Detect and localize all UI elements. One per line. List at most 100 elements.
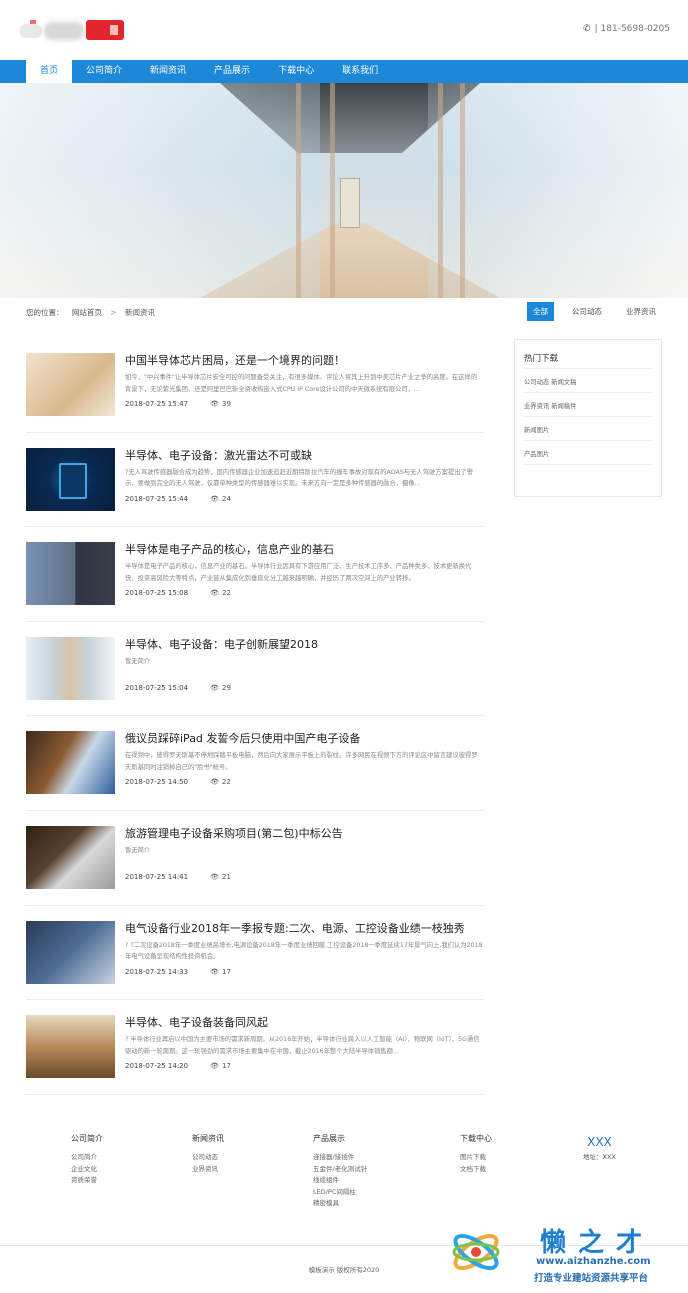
banner-pillar (460, 83, 465, 298)
footer-link[interactable]: LED/PC间隔柱 (313, 1187, 367, 1199)
news-title[interactable]: 俄议员踩碎iPad 发誓今后只使用中国产电子设备 (125, 730, 360, 746)
news-meta: 2018-07-25 15:44 👁 24 (125, 495, 231, 503)
logo-red-emblem (86, 20, 124, 40)
footer-col-products: 产品展示 连接器/接插件 五金件/老化测试针 线缆组件 LED/PC间隔柱 精密… (313, 1133, 367, 1210)
banner-glass-left (0, 83, 320, 298)
breadcrumb-home[interactable]: 网站首页 (72, 308, 102, 317)
nav-item-downloads[interactable]: 下载中心 (264, 60, 328, 83)
news-date: 2018-07-25 14:33 (125, 967, 189, 976)
news-title[interactable]: 半导体是电子产品的核心，信息产业的基石 (125, 541, 334, 557)
tab-company-news[interactable]: 公司动态 (566, 302, 608, 321)
watermark-brand: 懒之才 (540, 1228, 655, 1258)
news-thumbnail[interactable] (26, 636, 115, 700)
news-meta: 2018-07-25 14:50 👁 22 (125, 778, 231, 786)
banner-pillar (330, 83, 335, 298)
download-link[interactable]: 公司动态 新闻文稿 (524, 377, 576, 386)
news-title[interactable]: 半导体、电子设备：激光雷达不可或缺 (125, 447, 312, 463)
footer-col-title[interactable]: 新闻资讯 (192, 1133, 224, 1144)
news-thumbnail[interactable] (26, 542, 115, 606)
logo-blur-left (20, 24, 42, 38)
footer-link[interactable]: 企业文化 (71, 1164, 103, 1176)
watermark-slogan: 打造专业建站资源共享平台 (534, 1273, 649, 1284)
news-view-count: 29 (221, 683, 231, 692)
footer-link[interactable]: 连接器/接插件 (313, 1152, 367, 1164)
news-thumbnail[interactable] (26, 825, 115, 889)
site-logo[interactable] (20, 20, 124, 44)
footer-link[interactable]: 五金件/老化测试针 (313, 1164, 367, 1176)
footer-col-title[interactable]: 产品展示 (313, 1133, 367, 1144)
footer-link[interactable]: 精密模具 (313, 1198, 367, 1210)
eye-icon: 👁 (210, 1062, 219, 1071)
news-summary: ? 半导体行业再启以中国为主要市场的需求新周期。从2016年开始，半导体行业跨入… (125, 1036, 480, 1055)
footer-contact: XXX 地址：XXX (583, 1135, 616, 1161)
download-link[interactable]: 新闻图片 (524, 425, 549, 434)
news-date: 2018-07-25 14:50 (125, 778, 189, 787)
eye-icon: 👁 (210, 589, 219, 598)
news-summary: ? ?二次设备2018年一季度业绩高增长,电源设备2018年一季度业绩回暖,工控… (125, 941, 483, 961)
news-meta: 2018-07-25 15:04 👁 29 (125, 684, 231, 692)
nav-item-contact[interactable]: 联系我们 (328, 60, 392, 83)
footer-link[interactable]: 文档下载 (460, 1164, 492, 1176)
main-nav: 首页 公司简介 新闻资讯 产品展示 下载中心 联系我们 (0, 60, 688, 83)
download-link[interactable]: 产品图片 (524, 449, 549, 458)
footer-col-about: 公司简介 公司简介 企业文化 资质荣誉 (71, 1133, 103, 1187)
breadcrumb-current[interactable]: 新闻资讯 (125, 308, 155, 317)
breadcrumb-label: 您的位置： (26, 308, 64, 317)
eye-icon: 👁 (210, 683, 219, 692)
news-meta: 2018-07-25 15:47 👁 39 (125, 400, 231, 408)
watermark-logo-icon (452, 1233, 500, 1271)
news-views: 👁 21 (210, 873, 231, 881)
logo-blur-text (44, 22, 84, 40)
news-item[interactable]: 半导体是电子产品的核心，信息产业的基石 半导体是电子产品的核心，信息产业的基石。… (26, 527, 484, 622)
nav-item-products[interactable]: 产品展示 (200, 60, 264, 83)
news-view-count: 24 (221, 494, 231, 503)
footer-link[interactable]: 资质荣誉 (71, 1175, 103, 1187)
news-date: 2018-07-25 15:47 (125, 400, 189, 408)
nav-item-news[interactable]: 新闻资讯 (136, 60, 200, 83)
footer-link[interactable]: 公司动态 (192, 1152, 224, 1164)
news-title[interactable]: 电气设备行业2018年一季报专题:二次、电源、工控设备业绩一枝独秀 (125, 920, 465, 936)
news-view-count: 17 (221, 1062, 231, 1071)
footer-link[interactable]: 公司简介 (71, 1152, 103, 1164)
news-summary: 暂无简介 (125, 846, 151, 854)
footer-link[interactable]: 线缆组件 (313, 1175, 367, 1187)
news-thumbnail[interactable] (26, 731, 115, 795)
news-title[interactable]: 中国半导体芯片困局，还是一个境界的问题！ (125, 352, 345, 368)
news-item[interactable]: 中国半导体芯片困局，还是一个境界的问题！ 如今，"中兴事件"让半导体芯片安全可控… (26, 338, 484, 433)
download-link[interactable]: 业界资讯 新闻稿件 (524, 401, 576, 410)
news-thumbnail[interactable] (26, 353, 115, 416)
banner-pillar (438, 83, 443, 298)
footer-col-title[interactable]: 下载中心 (460, 1133, 492, 1144)
news-date: 2018-07-25 14:20 (125, 1062, 189, 1071)
news-item[interactable]: 半导体、电子设备：电子创新展望2018 暂无简介 2018-07-25 15:0… (26, 622, 484, 717)
news-title[interactable]: 半导体、电子设备：电子创新展望2018 (125, 636, 318, 652)
news-summary: 半导体是电子产品的核心，信息产业的基石。半导体行业因具有下游应用广泛、生产技术工… (125, 563, 472, 582)
footer-link[interactable]: 业界资讯 (192, 1164, 224, 1176)
contact-address: 地址：XXX (583, 1153, 616, 1161)
eye-icon: 👁 (210, 778, 219, 787)
news-item[interactable]: 半导体、电子设备：激光雷达不可或缺 ?无人驾驶传感器融合成为趋势，国内传感器企业… (26, 433, 484, 528)
tab-industry-news[interactable]: 业界资讯 (620, 302, 662, 321)
eye-icon: 👁 (210, 400, 219, 408)
news-meta: 2018-07-25 14:41 👁 21 (125, 873, 231, 881)
news-thumbnail[interactable] (26, 447, 115, 511)
footer-col-news: 新闻资讯 公司动态 业界资讯 (192, 1133, 224, 1175)
watermark-url: www.aizhanzhe.com (536, 1256, 651, 1267)
news-view-count: 39 (221, 400, 231, 408)
news-thumbnail[interactable] (26, 920, 115, 984)
footer-link[interactable]: 图片下载 (460, 1152, 492, 1164)
news-title[interactable]: 旅游管理电子设备采购项目(第二包)中标公告 (125, 825, 343, 841)
tab-all[interactable]: 全部 (527, 302, 554, 321)
news-summary: 在视频中，彼得罗夫斯基不停地踩踏平板电脑，然后向大家展示平板上的裂纹。许多网民在… (125, 752, 478, 771)
footer-col-title[interactable]: 公司简介 (71, 1133, 103, 1144)
news-item[interactable]: 电气设备行业2018年一季报专题:二次、电源、工控设备业绩一枝独秀 ? ?二次设… (26, 906, 484, 1001)
news-title[interactable]: 半导体、电子设备装备同风起 (125, 1014, 268, 1030)
news-thumbnail[interactable] (26, 1015, 115, 1079)
news-item[interactable]: 旅游管理电子设备采购项目(第二包)中标公告 暂无简介 2018-07-25 14… (26, 811, 484, 906)
news-views: 👁 39 (210, 400, 231, 408)
phone-number: ✆ | 181-5698-0205 (583, 24, 670, 34)
nav-item-home[interactable]: 首页 (26, 60, 73, 83)
nav-item-about[interactable]: 公司简介 (72, 60, 136, 83)
news-item[interactable]: 半导体、电子设备装备同风起 ? 半导体行业再启以中国为主要市场的需求新周期。从2… (26, 1000, 484, 1095)
news-item[interactable]: 俄议员踩碎iPad 发誓今后只使用中国产电子设备 在视频中，彼得罗夫斯基不停地踩… (26, 716, 484, 811)
